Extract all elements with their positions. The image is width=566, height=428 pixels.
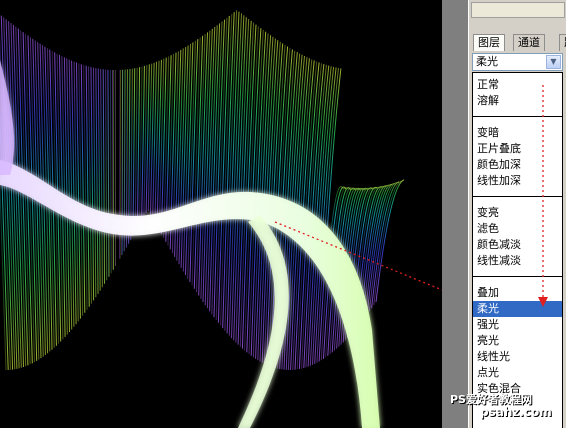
tab-channels[interactable]: 通道 [513, 34, 545, 51]
tab-paths[interactable]: 路径 [559, 34, 566, 51]
blend-option[interactable]: 点光 [473, 365, 562, 381]
panel-header-bar [471, 2, 565, 18]
light-ribbon-artwork [0, 10, 442, 428]
tab-layers[interactable]: 图层 [473, 34, 505, 51]
red-arrow-icon [538, 85, 548, 307]
panel-tabs: 图层 通道 路径 [473, 34, 566, 51]
blend-option[interactable]: 亮光 [473, 333, 562, 349]
artwork-canvas [0, 0, 442, 428]
canvas-border [442, 0, 468, 428]
blend-mode-value: 柔光 [476, 55, 498, 68]
watermark-url: psahz.com [480, 405, 552, 419]
blend-option[interactable]: 强光 [473, 317, 562, 333]
blend-option[interactable]: 线性光 [473, 349, 562, 365]
blend-mode-select[interactable]: 柔光 ▼ [472, 53, 563, 71]
blend-mode-dropdown: 正常 溶解 变暗 正片叠底 颜色加深 线性加深 变亮 滤色 颜色减淡 线性减淡 叠加 柔光 强光 亮光 线性… [472, 72, 563, 428]
chevron-down-icon[interactable]: ▼ [546, 55, 561, 69]
